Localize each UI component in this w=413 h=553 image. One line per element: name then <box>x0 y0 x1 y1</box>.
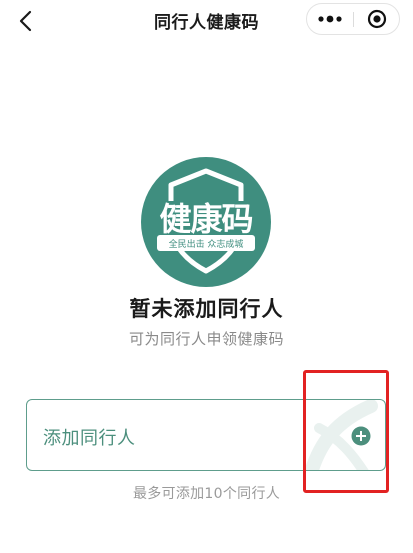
navigation-bar: 同行人健康码 <box>0 0 413 40</box>
empty-state-title: 暂未添加同行人 <box>129 297 284 321</box>
mini-program-capsule <box>306 3 400 35</box>
limit-hint: 最多可添加10个同行人 <box>132 486 281 502</box>
target-circle-icon <box>367 9 386 29</box>
add-companion-label: 添加同行人 <box>43 428 136 449</box>
add-companion-button[interactable]: 添加同行人 <box>26 399 386 471</box>
more-dots-icon <box>318 15 342 23</box>
svg-text:全民出击 众志成城: 全民出击 众志成城 <box>169 238 244 250</box>
health-code-logo: 健康码 全民出击 众志成城 <box>141 157 271 287</box>
svg-text:健康码: 健康码 <box>159 200 252 238</box>
more-button[interactable] <box>307 4 353 34</box>
close-button[interactable] <box>354 4 399 34</box>
empty-state-subtitle: 可为同行人申领健康码 <box>128 330 284 348</box>
plus-circle-icon <box>351 426 371 446</box>
